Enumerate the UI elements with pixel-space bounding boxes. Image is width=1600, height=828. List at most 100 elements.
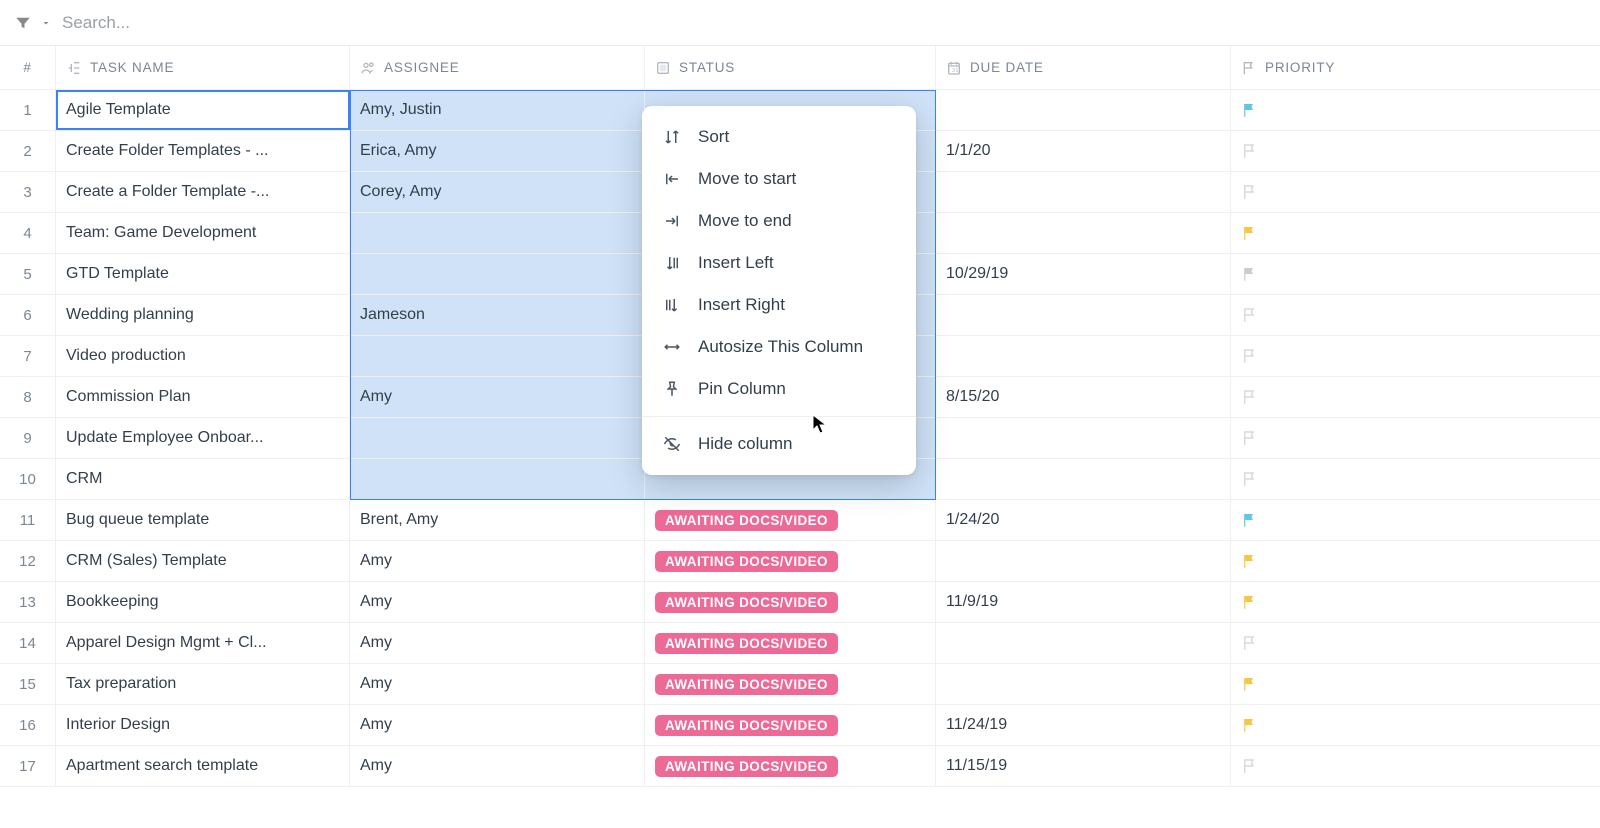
assignee-cell[interactable]: Amy: [350, 746, 645, 786]
status-cell[interactable]: AWAITING DOCS/VIDEO: [645, 500, 936, 540]
due-date-cell[interactable]: [936, 172, 1231, 212]
due-date-cell[interactable]: 11/15/19: [936, 746, 1231, 786]
assignee-cell[interactable]: Erica, Amy: [350, 131, 645, 171]
due-date-cell[interactable]: 8/15/20: [936, 377, 1231, 417]
header-rownum[interactable]: #: [0, 46, 56, 89]
status-cell[interactable]: AWAITING DOCS/VIDEO: [645, 541, 936, 581]
cursor-icon: [812, 414, 828, 440]
assignee-cell[interactable]: [350, 336, 645, 376]
priority-cell[interactable]: [1231, 377, 1599, 417]
priority-cell[interactable]: [1231, 459, 1599, 499]
priority-cell[interactable]: [1231, 705, 1599, 745]
status-cell[interactable]: AWAITING DOCS/VIDEO: [645, 705, 936, 745]
assignee-cell[interactable]: [350, 418, 645, 458]
task-name-cell[interactable]: Create a Folder Template -...: [56, 172, 350, 212]
priority-cell[interactable]: [1231, 131, 1599, 171]
due-date-cell[interactable]: 11/9/19: [936, 582, 1231, 622]
task-name-cell[interactable]: Update Employee Onboar...: [56, 418, 350, 458]
table-row[interactable]: 13 Bookkeeping Amy AWAITING DOCS/VIDEO 1…: [0, 582, 1600, 623]
status-cell[interactable]: AWAITING DOCS/VIDEO: [645, 623, 936, 663]
priority-cell[interactable]: [1231, 623, 1599, 663]
due-date-cell[interactable]: 1/24/20: [936, 500, 1231, 540]
assignee-cell[interactable]: [350, 459, 645, 499]
menu-item-autosize[interactable]: Autosize This Column: [642, 326, 916, 368]
status-cell[interactable]: AWAITING DOCS/VIDEO: [645, 582, 936, 622]
menu-item-to-end[interactable]: Move to end: [642, 200, 916, 242]
table-row[interactable]: 17 Apartment search template Amy AWAITIN…: [0, 746, 1600, 787]
due-date-cell[interactable]: [936, 541, 1231, 581]
assignee-cell[interactable]: Amy: [350, 541, 645, 581]
task-name-cell[interactable]: Wedding planning: [56, 295, 350, 335]
header-status[interactable]: STATUS: [645, 46, 936, 89]
status-cell[interactable]: AWAITING DOCS/VIDEO: [645, 664, 936, 704]
task-name-cell[interactable]: Team: Game Development: [56, 213, 350, 253]
status-cell[interactable]: AWAITING DOCS/VIDEO: [645, 746, 936, 786]
task-name-cell[interactable]: Bug queue template: [56, 500, 350, 540]
due-date-cell[interactable]: 1/1/20: [936, 131, 1231, 171]
assignee-cell[interactable]: Amy, Justin: [350, 90, 645, 130]
priority-cell[interactable]: [1231, 254, 1599, 294]
assignee-cell[interactable]: [350, 213, 645, 253]
task-name-cell[interactable]: Tax preparation: [56, 664, 350, 704]
header-assignee[interactable]: ASSIGNEE: [350, 46, 645, 89]
assignee-cell[interactable]: Corey, Amy: [350, 172, 645, 212]
task-name-cell[interactable]: Commission Plan: [56, 377, 350, 417]
due-date-cell[interactable]: 11/24/19: [936, 705, 1231, 745]
task-name-cell[interactable]: CRM: [56, 459, 350, 499]
menu-item-to-start[interactable]: Move to start: [642, 158, 916, 200]
header-due-date[interactable]: 31 DUE DATE: [936, 46, 1231, 89]
priority-cell[interactable]: [1231, 541, 1599, 581]
priority-cell[interactable]: [1231, 418, 1599, 458]
table-row[interactable]: 12 CRM (Sales) Template Amy AWAITING DOC…: [0, 541, 1600, 582]
table-row[interactable]: 11 Bug queue template Brent, Amy AWAITIN…: [0, 500, 1600, 541]
header-priority[interactable]: PRIORITY: [1231, 46, 1599, 89]
task-name-cell[interactable]: Video production: [56, 336, 350, 376]
due-date-cell[interactable]: [936, 213, 1231, 253]
assignee-cell[interactable]: Amy: [350, 664, 645, 704]
due-date-cell[interactable]: [936, 90, 1231, 130]
assignee-cell[interactable]: Brent, Amy: [350, 500, 645, 540]
priority-cell[interactable]: [1231, 295, 1599, 335]
assignee-cell[interactable]: Amy: [350, 377, 645, 417]
table-row[interactable]: 15 Tax preparation Amy AWAITING DOCS/VID…: [0, 664, 1600, 705]
priority-cell[interactable]: [1231, 213, 1599, 253]
priority-cell[interactable]: [1231, 582, 1599, 622]
task-name-cell[interactable]: Apartment search template: [56, 746, 350, 786]
table-row[interactable]: 16 Interior Design Amy AWAITING DOCS/VID…: [0, 705, 1600, 746]
assignee-cell[interactable]: Amy: [350, 705, 645, 745]
task-name-cell[interactable]: Apparel Design Mgmt + Cl...: [56, 623, 350, 663]
task-name-cell[interactable]: Agile Template: [56, 90, 350, 130]
due-date-cell[interactable]: [936, 664, 1231, 704]
menu-item-ins-right[interactable]: Insert Right: [642, 284, 916, 326]
assignee-cell[interactable]: Jameson: [350, 295, 645, 335]
assignee-cell[interactable]: [350, 254, 645, 294]
task-name-cell[interactable]: GTD Template: [56, 254, 350, 294]
header-task-name[interactable]: TASK NAME: [56, 46, 350, 89]
priority-cell[interactable]: [1231, 664, 1599, 704]
filter-icon[interactable]: [14, 14, 32, 32]
assignee-cell[interactable]: Amy: [350, 623, 645, 663]
task-name-cell[interactable]: Bookkeeping: [56, 582, 350, 622]
due-date-cell[interactable]: [936, 295, 1231, 335]
priority-cell[interactable]: [1231, 90, 1599, 130]
priority-cell[interactable]: [1231, 500, 1599, 540]
priority-cell[interactable]: [1231, 172, 1599, 212]
priority-cell[interactable]: [1231, 336, 1599, 376]
due-date-cell[interactable]: [936, 418, 1231, 458]
caret-down-icon[interactable]: [40, 17, 52, 29]
search-input[interactable]: [60, 9, 1586, 37]
table-row[interactable]: 14 Apparel Design Mgmt + Cl... Amy AWAIT…: [0, 623, 1600, 664]
due-date-cell[interactable]: 10/29/19: [936, 254, 1231, 294]
task-name-cell[interactable]: Create Folder Templates - ...: [56, 131, 350, 171]
priority-cell[interactable]: [1231, 746, 1599, 786]
menu-item-hide[interactable]: Hide column: [642, 423, 916, 465]
due-date-cell[interactable]: [936, 459, 1231, 499]
menu-item-pin[interactable]: Pin Column: [642, 368, 916, 410]
assignee-cell[interactable]: Amy: [350, 582, 645, 622]
task-name-cell[interactable]: CRM (Sales) Template: [56, 541, 350, 581]
due-date-cell[interactable]: [936, 336, 1231, 376]
menu-item-sort[interactable]: Sort: [642, 116, 916, 158]
menu-item-ins-left[interactable]: Insert Left: [642, 242, 916, 284]
due-date-cell[interactable]: [936, 623, 1231, 663]
task-name-cell[interactable]: Interior Design: [56, 705, 350, 745]
